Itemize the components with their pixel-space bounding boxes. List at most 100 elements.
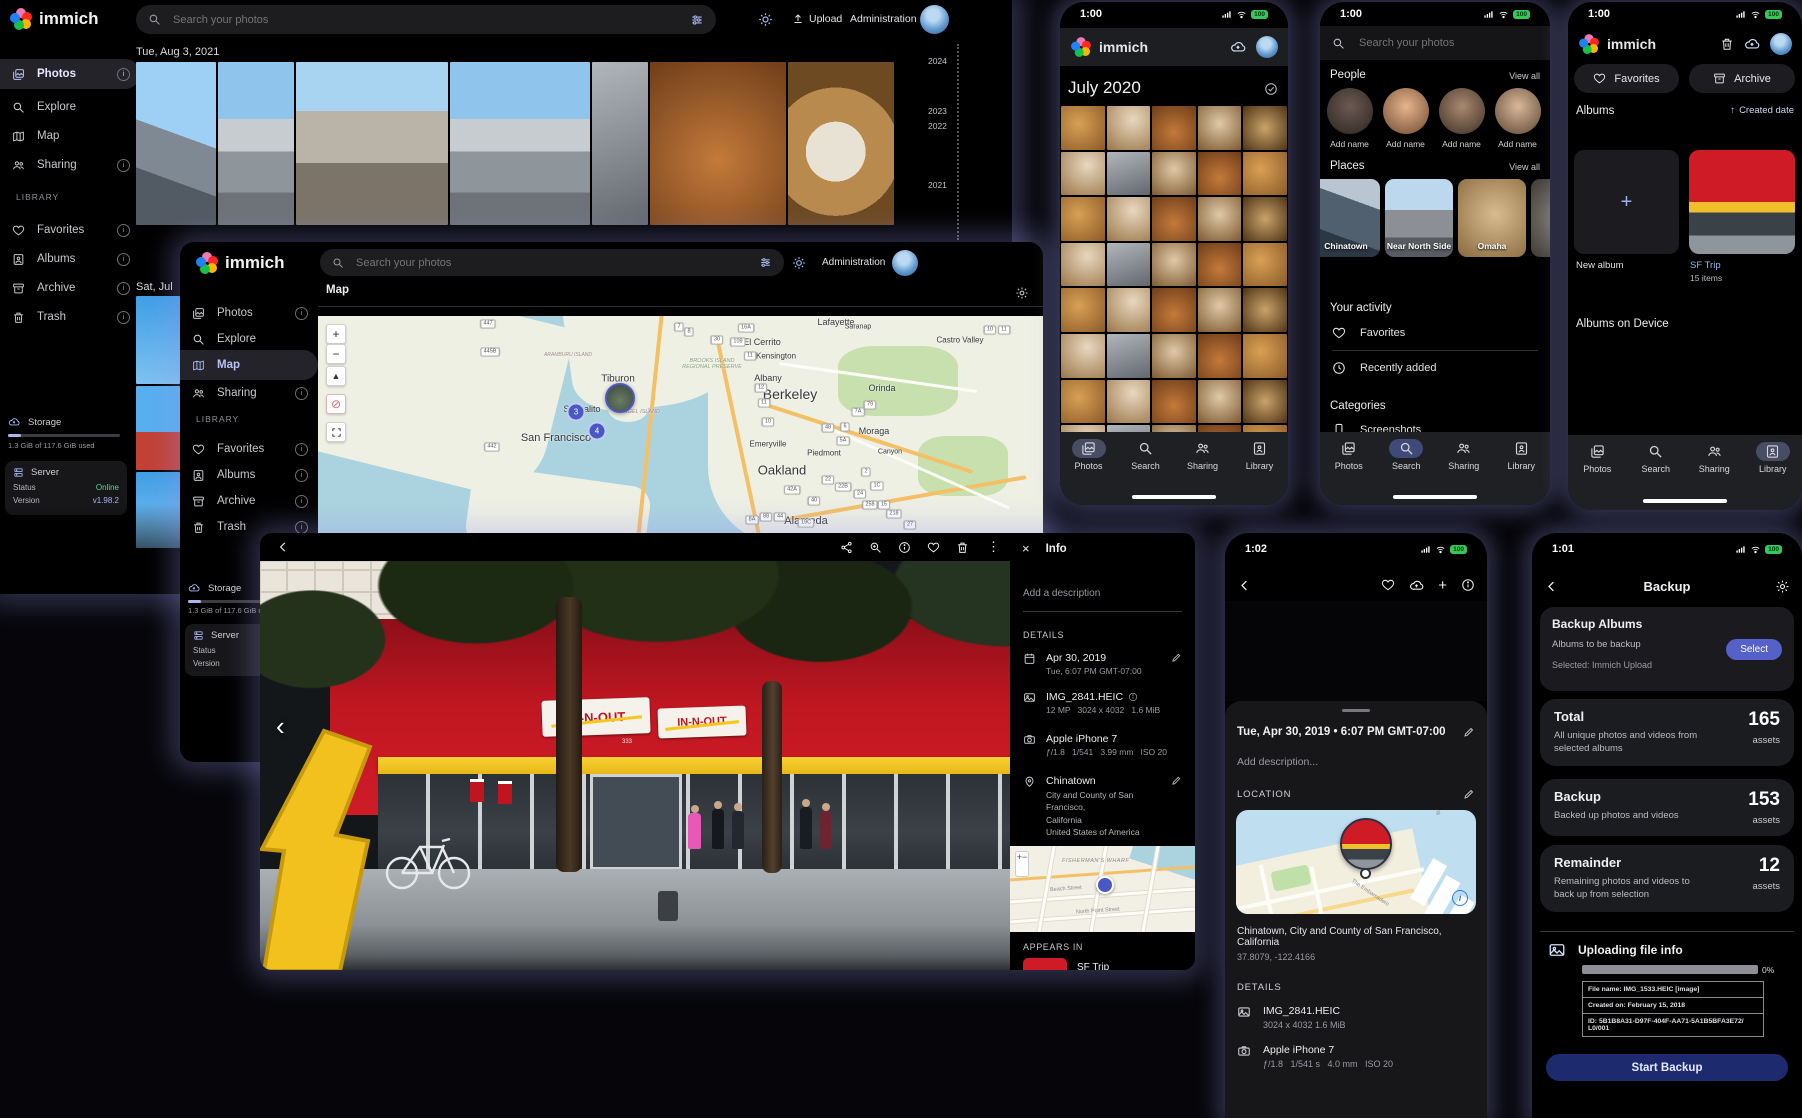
photo-tile[interactable] <box>1152 197 1196 241</box>
back-icon[interactable] <box>1237 578 1252 593</box>
photo-tile[interactable] <box>1243 197 1287 241</box>
photo-tile[interactable] <box>1107 243 1151 287</box>
timeline-scrubber[interactable] <box>957 44 959 240</box>
photo-tile[interactable] <box>1061 288 1105 332</box>
edit-pencil-icon[interactable] <box>1171 775 1182 786</box>
photo-tile[interactable] <box>1107 288 1151 332</box>
photo-tile[interactable] <box>1107 106 1151 150</box>
photo-thumbnail[interactable] <box>788 62 894 225</box>
photo-tile[interactable] <box>1152 152 1196 196</box>
edit-pencil-icon[interactable] <box>1171 652 1182 663</box>
select-all-check-icon[interactable] <box>1264 82 1278 96</box>
sidebar-item-archive[interactable]: Archivei <box>0 273 140 303</box>
location-map[interactable]: San Francisco Ferry Building The Embarca… <box>1236 810 1476 914</box>
sidebar-item-map[interactable]: Map <box>180 350 318 380</box>
nav-item[interactable]: Sharing <box>1438 439 1490 471</box>
map-attribution-info-icon[interactable]: i <box>1452 890 1468 906</box>
previous-photo-chevron[interactable]: ‹ <box>276 711 285 742</box>
favorite-heart-icon[interactable] <box>1381 578 1395 592</box>
photo-thumbnail[interactable] <box>136 386 180 470</box>
photo-tile[interactable] <box>1198 288 1242 332</box>
nav-item[interactable]: Library <box>1234 439 1286 471</box>
photo-tile[interactable] <box>1152 334 1196 378</box>
place-tile[interactable]: Pi <box>1531 179 1550 257</box>
close-icon[interactable]: × <box>1022 541 1030 556</box>
sidebar-item-sharing[interactable]: Sharingi <box>180 378 318 408</box>
photo-thumbnail[interactable] <box>218 62 294 225</box>
photo-map-marker[interactable] <box>605 383 635 413</box>
theme-toggle-sun-icon[interactable] <box>792 256 806 270</box>
nav-item[interactable]: Sharing <box>1688 442 1740 474</box>
settings-gear-icon[interactable] <box>1775 579 1790 594</box>
favorites-row[interactable]: Favorites <box>1332 326 1405 340</box>
back-icon[interactable] <box>276 540 290 554</box>
favorite-heart-icon[interactable] <box>927 541 940 554</box>
places-view-all[interactable]: View all <box>1509 162 1540 172</box>
start-backup-button[interactable]: Start Backup <box>1546 1054 1788 1081</box>
description-field[interactable]: Add a description <box>1010 564 1195 607</box>
album-title[interactable]: SF Trip <box>1690 260 1721 271</box>
map-zoom-controls[interactable]: +− <box>1015 851 1029 877</box>
user-avatar[interactable] <box>892 250 918 276</box>
photo-thumbnail[interactable] <box>592 62 648 225</box>
photo-tile[interactable] <box>1243 380 1287 424</box>
sidebar-item-photos[interactable]: Photosi <box>0 59 140 89</box>
photo-tile[interactable] <box>1061 380 1105 424</box>
photo-thumbnail[interactable] <box>650 62 786 225</box>
timeline-year-label[interactable]: 2023 <box>928 106 947 116</box>
nav-item[interactable]: Library <box>1495 439 1547 471</box>
photo-tile[interactable] <box>1152 288 1196 332</box>
nav-item[interactable]: Search <box>1380 439 1432 471</box>
more-options-kebab-icon[interactable]: ⋮ <box>987 539 1000 555</box>
info-icon[interactable] <box>1461 578 1475 592</box>
backup-cloud-icon[interactable] <box>1744 36 1760 52</box>
nav-item[interactable]: Sharing <box>1177 439 1229 471</box>
nav-item[interactable]: Search <box>1120 439 1172 471</box>
photo-tile[interactable] <box>1198 197 1242 241</box>
search-bar[interactable] <box>1320 26 1550 60</box>
sort-created-date[interactable]: ↑Created date <box>1730 105 1794 116</box>
photo-tile[interactable] <box>1107 197 1151 241</box>
photo-tile[interactable] <box>1152 380 1196 424</box>
person-face[interactable]: Add name <box>1438 88 1485 149</box>
photo-tile[interactable] <box>1107 152 1151 196</box>
edit-pencil-icon[interactable] <box>1463 788 1475 800</box>
appears-in-album-row[interactable]: SF Trip 15 items <box>1010 956 1195 970</box>
person-face[interactable]: Add name <box>1382 88 1429 149</box>
map-clear-button[interactable]: ⊘ <box>326 394 346 414</box>
photo-tile[interactable] <box>1243 152 1287 196</box>
photo-tile[interactable] <box>1243 334 1287 378</box>
sidebar-item-albums[interactable]: Albumsi <box>0 244 140 274</box>
photo-thumbnail[interactable] <box>136 62 216 225</box>
nav-item[interactable]: Library <box>1747 442 1799 474</box>
photo-tile[interactable] <box>1198 380 1242 424</box>
timeline-year-label[interactable]: 2021 <box>928 180 947 190</box>
search-input[interactable] <box>354 256 749 270</box>
photo-thumbnail[interactable] <box>450 62 590 225</box>
search-bar[interactable] <box>320 249 784 276</box>
photo-tile[interactable] <box>1107 334 1151 378</box>
edit-pencil-icon[interactable] <box>1463 726 1475 738</box>
photo-tile[interactable] <box>1243 288 1287 332</box>
back-icon[interactable] <box>1544 579 1559 594</box>
delete-trash-icon[interactable] <box>956 541 969 554</box>
administration-link[interactable]: Administration <box>850 13 917 25</box>
photo-tile[interactable] <box>1198 152 1242 196</box>
description-field[interactable]: Add description... <box>1225 738 1487 768</box>
person-face[interactable]: Add name <box>1494 88 1541 149</box>
search-input[interactable] <box>171 13 680 27</box>
favorites-button[interactable]: Favorites <box>1574 64 1679 93</box>
photo-tile[interactable] <box>1061 243 1105 287</box>
map-zoom-in[interactable]: + <box>326 324 346 344</box>
photo-tile[interactable] <box>1198 334 1242 378</box>
sidebar-item-sharing[interactable]: Sharingi <box>0 150 140 180</box>
info-icon[interactable] <box>898 541 911 554</box>
upload-button[interactable]: Upload <box>792 13 842 25</box>
new-album-card[interactable]: + <box>1574 150 1679 254</box>
user-avatar[interactable] <box>1256 36 1278 58</box>
timeline-year-label[interactable]: 2022 <box>928 121 947 131</box>
photo-tile[interactable] <box>1243 106 1287 150</box>
photo-cluster-marker[interactable]: 4 <box>588 422 607 441</box>
photo-tile[interactable] <box>1152 106 1196 150</box>
photo-tile[interactable] <box>1243 243 1287 287</box>
